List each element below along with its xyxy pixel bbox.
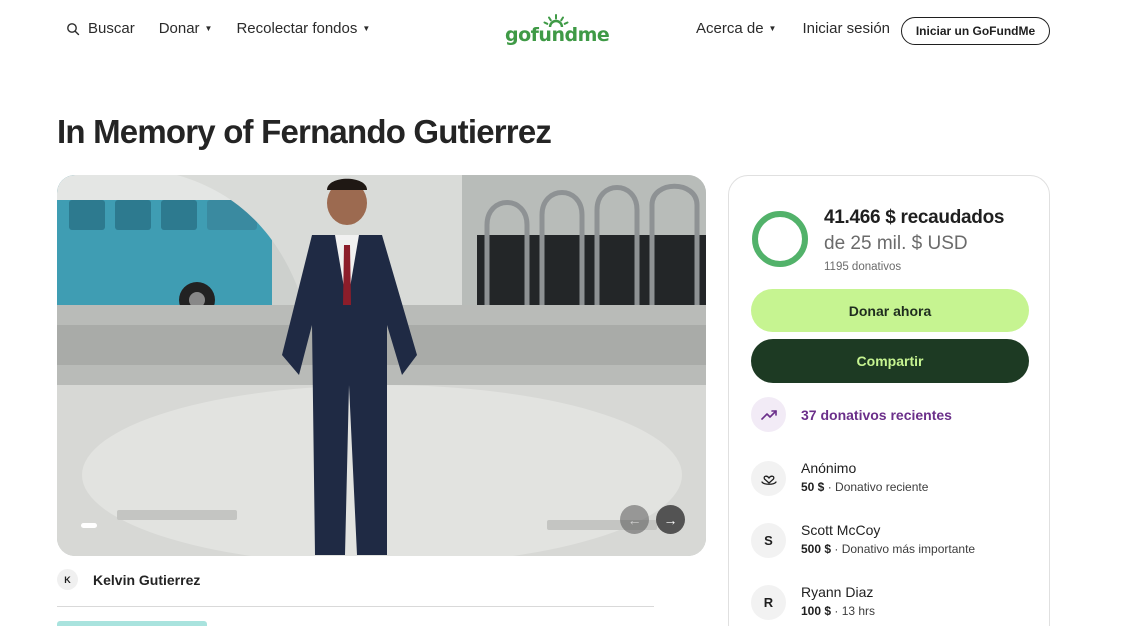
- divider: [57, 606, 654, 607]
- share-label: Compartir: [856, 353, 924, 369]
- gofundme-logo[interactable]: gofundme: [505, 14, 610, 48]
- trending-up-icon: [751, 397, 786, 432]
- arrow-right-icon[interactable]: →: [656, 505, 685, 534]
- avatar: K: [57, 569, 78, 590]
- list-item: R Ryann Diaz 100 $ · 13 hrs: [751, 583, 875, 621]
- caret-down-icon: ▼: [768, 24, 777, 33]
- slide-indicator[interactable]: [81, 523, 97, 528]
- campaign-photo: [57, 175, 706, 556]
- progress-ring: [752, 211, 808, 267]
- search-icon: [67, 22, 80, 35]
- goal-amount: de 25 mil. $ USD: [824, 233, 968, 254]
- donor-name: Ryann Diaz: [801, 584, 874, 600]
- donor-meta: 50 $ · Donativo reciente: [801, 477, 928, 497]
- nav-right: Acerca de ▼ Iniciar sesión: [696, 20, 916, 37]
- arrow-left-icon[interactable]: ←: [620, 505, 649, 534]
- start-gofundme-button[interactable]: Iniciar un GoFundMe: [901, 17, 1050, 45]
- heart-hand-icon: [751, 461, 786, 496]
- nav-left: Buscar Donar ▼ Recolectar fondos ▼: [66, 20, 394, 37]
- donor-note: · Donativo más importante: [831, 542, 976, 556]
- recent-donations-link[interactable]: 37 donativos recientes: [751, 397, 952, 432]
- donor-name: Anónimo: [801, 460, 857, 476]
- caret-down-icon: ▼: [362, 24, 371, 33]
- organizer-name: Kelvin Gutierrez: [93, 571, 201, 588]
- search-label: Buscar: [88, 20, 135, 37]
- start-gofundme-label: Iniciar un GoFundMe: [915, 24, 1036, 38]
- donor-amount: 50 $: [801, 480, 825, 494]
- search-link[interactable]: Buscar: [66, 20, 135, 37]
- fundraise-menu[interactable]: Recolectar fondos ▼: [236, 20, 370, 37]
- signin-label: Iniciar sesión: [802, 20, 891, 37]
- donor-amount: 500 $: [801, 542, 832, 556]
- donation-card: 41.466 $ recaudados de 25 mil. $ USD 119…: [728, 175, 1050, 626]
- amount-raised: 41.466 $ recaudados: [824, 207, 1005, 228]
- top-navigation: Buscar Donar ▼ Recolectar fondos ▼ gofun…: [0, 0, 1124, 62]
- about-menu[interactable]: Acerca de ▼: [696, 20, 776, 37]
- donate-now-button[interactable]: Donar ahora: [751, 289, 1029, 332]
- donor-meta: 500 $ · Donativo más importante: [801, 539, 975, 559]
- donor-amount: 100 $: [801, 604, 832, 618]
- signin-link[interactable]: Iniciar sesión: [802, 20, 890, 37]
- organizer[interactable]: K Kelvin Gutierrez: [57, 569, 200, 590]
- donor-meta: 100 $ · 13 hrs: [801, 601, 875, 621]
- page-title: In Memory of Fernando Gutierrez: [57, 113, 552, 150]
- donor-name: Scott McCoy: [801, 522, 881, 538]
- list-item: S Scott McCoy 500 $ · Donativo más impor…: [751, 521, 975, 559]
- banner-edge: [57, 621, 207, 626]
- donate-menu-label: Donar: [158, 20, 200, 37]
- list-item: Anónimo 50 $ · Donativo reciente: [751, 459, 928, 497]
- donation-count: 1195 donativos: [824, 261, 902, 273]
- recent-donations-label: 37 donativos recientes: [801, 406, 952, 423]
- donor-note: · 13 hrs: [831, 604, 876, 618]
- donate-menu[interactable]: Donar ▼: [159, 20, 213, 37]
- caret-down-icon: ▼: [204, 24, 213, 33]
- about-menu-label: Acerca de: [696, 20, 764, 37]
- campaign-photo-carousel[interactable]: ← →: [57, 175, 706, 556]
- donate-now-label: Donar ahora: [848, 302, 932, 319]
- fundraise-menu-label: Recolectar fondos: [236, 20, 358, 37]
- avatar: S: [751, 523, 786, 558]
- share-button[interactable]: Compartir: [751, 339, 1029, 383]
- logo-text: gofundme: [505, 24, 610, 46]
- donor-note: · Donativo reciente: [824, 480, 929, 494]
- avatar: R: [751, 585, 786, 620]
